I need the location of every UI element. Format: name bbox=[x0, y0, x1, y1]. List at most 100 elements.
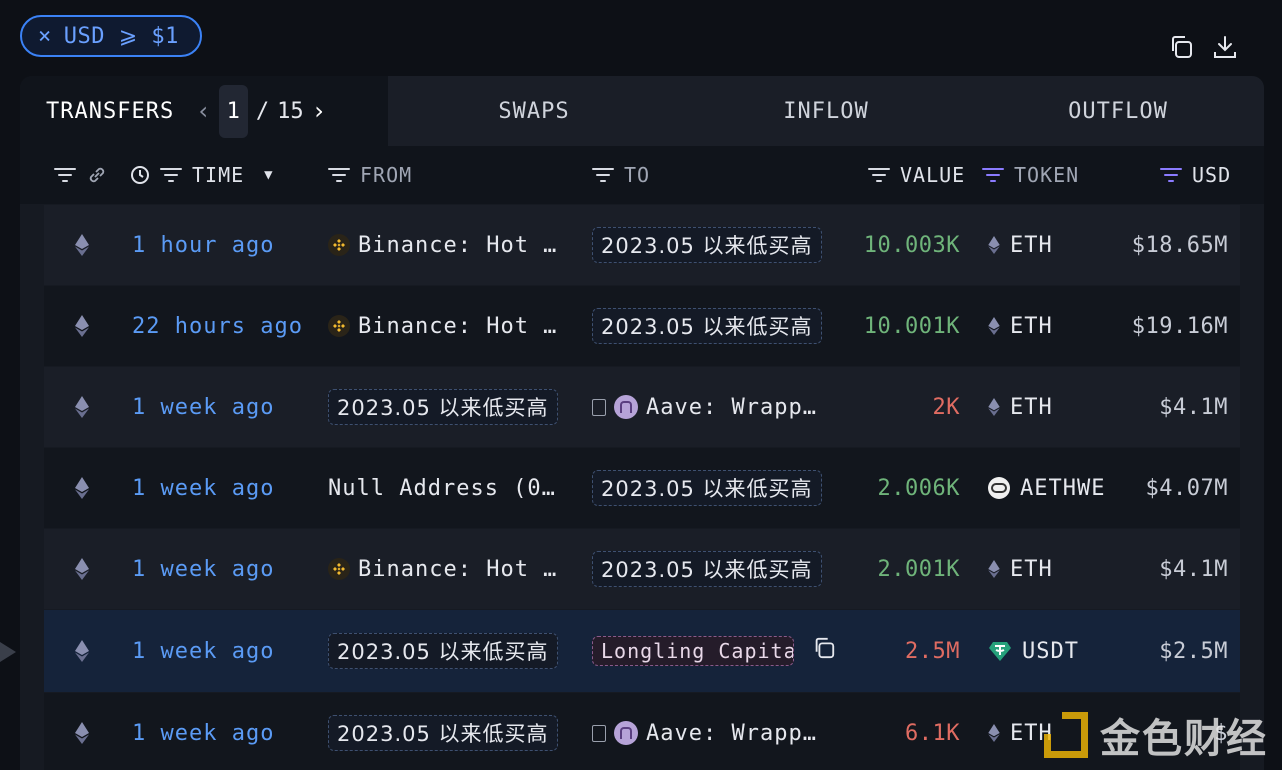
token-cell[interactable]: USDT bbox=[988, 610, 1104, 692]
token-header-label: TOKEN bbox=[1014, 163, 1080, 187]
table-row-selected[interactable]: 1 week ago 2023.05 以来低买高 Longling Capita… bbox=[44, 610, 1240, 692]
table-row[interactable]: 1 week ago Null Address (0… 2023.05 以来低买… bbox=[44, 448, 1240, 528]
token-label: ETH bbox=[1010, 232, 1053, 258]
to-cell[interactable]: 2023.05 以来低买高 bbox=[592, 205, 836, 285]
to-label: Aave: Wrapp… bbox=[646, 394, 817, 420]
time-cell[interactable]: 1 week ago bbox=[132, 693, 274, 770]
to-cell[interactable]: Aave: Wrapp… bbox=[592, 693, 836, 770]
copy-address-icon[interactable] bbox=[812, 636, 836, 666]
ethereum-icon bbox=[72, 448, 92, 528]
prev-page-icon[interactable]: ‹ bbox=[196, 97, 210, 125]
token-cell[interactable]: ETH bbox=[988, 205, 1104, 285]
time-cell[interactable]: 1 week ago bbox=[132, 367, 274, 447]
to-cell[interactable]: 2023.05 以来低买高 bbox=[592, 448, 836, 528]
to-cell[interactable]: Aave: Wrapp… bbox=[592, 367, 836, 447]
from-cell[interactable]: Null Address (0… bbox=[328, 448, 570, 528]
filter-icon[interactable] bbox=[1160, 168, 1182, 182]
ethereum-icon bbox=[988, 724, 1000, 742]
ethereum-icon bbox=[72, 367, 92, 447]
transfers-table: 1 hour ago Binance: Hot … 2023.05 以来低买高 … bbox=[44, 205, 1240, 770]
token-label: ETH bbox=[1010, 313, 1053, 339]
token-cell[interactable]: ETH bbox=[988, 529, 1104, 609]
time-cell[interactable]: 1 hour ago bbox=[132, 205, 274, 285]
ethereum-icon bbox=[72, 529, 92, 609]
usd-cell: $4.1M bbox=[1159, 556, 1228, 582]
time-cell[interactable]: 1 week ago bbox=[132, 529, 274, 609]
tab-transfers-label: TRANSFERS bbox=[46, 98, 175, 124]
token-cell[interactable]: ETH bbox=[988, 286, 1104, 366]
ethereum-icon bbox=[72, 693, 92, 770]
token-label: ETH bbox=[1010, 556, 1053, 582]
tab-swaps[interactable]: SWAPS bbox=[388, 76, 680, 146]
from-cell[interactable]: Binance: Hot … bbox=[328, 529, 570, 609]
binance-icon bbox=[328, 558, 350, 580]
to-label: 2023.05 以来低买高 bbox=[592, 308, 822, 344]
time-header[interactable]: TIME ▼ bbox=[130, 146, 274, 204]
to-header[interactable]: TO bbox=[592, 146, 650, 204]
token-label: AETHWE bbox=[1020, 475, 1104, 501]
contract-doc-icon bbox=[592, 724, 606, 742]
token-header[interactable]: TOKEN bbox=[982, 146, 1079, 204]
tab-outflow[interactable]: OUTFLOW bbox=[972, 76, 1264, 146]
token-cell[interactable]: AETHWE bbox=[988, 448, 1104, 528]
from-label: 2023.05 以来低买高 bbox=[328, 389, 558, 425]
to-cell[interactable]: 2023.05 以来低买高 bbox=[592, 529, 836, 609]
to-label: Aave: Wrapp… bbox=[646, 720, 817, 746]
sort-down-icon[interactable]: ▼ bbox=[264, 167, 273, 183]
value-cell: 2K bbox=[932, 394, 960, 420]
from-cell[interactable]: 2023.05 以来低买高 bbox=[328, 693, 570, 770]
filter-icon[interactable] bbox=[592, 168, 614, 182]
from-label: 2023.05 以来低买高 bbox=[328, 715, 558, 751]
token-label: ETH bbox=[1010, 394, 1053, 420]
from-label: Binance: Hot … bbox=[358, 556, 558, 582]
link-icon[interactable] bbox=[86, 164, 108, 186]
from-cell[interactable]: 2023.05 以来低买高 bbox=[328, 610, 570, 692]
filter-icon[interactable] bbox=[54, 168, 76, 182]
aave-weth-icon bbox=[988, 477, 1010, 499]
filter-chain-header[interactable] bbox=[54, 146, 108, 204]
time-cell[interactable]: 1 week ago bbox=[132, 610, 274, 692]
from-header[interactable]: FROM bbox=[328, 146, 412, 204]
page-separator: / bbox=[255, 98, 270, 124]
aave-icon bbox=[614, 721, 638, 745]
tab-inflow[interactable]: INFLOW bbox=[680, 76, 972, 146]
current-page[interactable]: 1 bbox=[218, 84, 248, 138]
to-cell[interactable]: Longling Capita bbox=[592, 610, 836, 692]
download-icon[interactable] bbox=[1212, 34, 1238, 60]
to-cell[interactable]: 2023.05 以来低买高 bbox=[592, 286, 836, 366]
usd-header-label: USD bbox=[1192, 163, 1232, 187]
filter-icon[interactable] bbox=[328, 168, 350, 182]
to-label: 2023.05 以来低买高 bbox=[592, 227, 822, 263]
time-header-label: TIME bbox=[192, 163, 245, 187]
usd-header[interactable]: USD bbox=[1160, 146, 1231, 204]
table-header: TIME ▼ FROM TO VALUE TOKEN USD bbox=[20, 146, 1264, 204]
value-header[interactable]: VALUE bbox=[868, 146, 965, 204]
table-row[interactable]: 22 hours ago Binance: Hot … 2023.05 以来低买… bbox=[44, 286, 1240, 366]
filter-icon[interactable] bbox=[160, 168, 182, 182]
usd-filter-chip[interactable]: × USD ⩾ $1 bbox=[20, 15, 202, 57]
from-label: Binance: Hot … bbox=[358, 313, 558, 339]
from-cell[interactable]: Binance: Hot … bbox=[328, 286, 570, 366]
from-cell[interactable]: Binance: Hot … bbox=[328, 205, 570, 285]
clock-icon bbox=[131, 166, 149, 184]
close-icon[interactable]: × bbox=[38, 24, 52, 49]
table-row[interactable]: 1 week ago Binance: Hot … 2023.05 以来低买高 … bbox=[44, 529, 1240, 609]
pagination: ‹ 1 / 15 › bbox=[196, 84, 326, 138]
next-page-icon[interactable]: › bbox=[312, 97, 326, 125]
contract-doc-icon bbox=[592, 398, 606, 416]
tab-transfers[interactable]: TRANSFERS ‹ 1 / 15 › bbox=[20, 76, 388, 146]
time-cell[interactable]: 22 hours ago bbox=[132, 286, 303, 366]
table-row[interactable]: 1 week ago 2023.05 以来低买高 Aave: Wrapp… 2K… bbox=[44, 367, 1240, 447]
aave-icon bbox=[614, 395, 638, 419]
copy-icon[interactable] bbox=[1168, 34, 1194, 60]
time-cell[interactable]: 1 week ago bbox=[132, 448, 274, 528]
table-row[interactable]: 1 hour ago Binance: Hot … 2023.05 以来低买高 … bbox=[44, 205, 1240, 285]
filter-icon[interactable] bbox=[868, 168, 890, 182]
from-header-label: FROM bbox=[360, 163, 413, 187]
filter-icon[interactable] bbox=[982, 168, 1004, 182]
token-cell[interactable]: ETH bbox=[988, 367, 1104, 447]
tether-icon bbox=[989, 642, 1011, 661]
filter-chip-label: USD ⩾ $1 bbox=[63, 23, 179, 49]
ethereum-icon bbox=[72, 610, 92, 692]
from-cell[interactable]: 2023.05 以来低买高 bbox=[328, 367, 570, 447]
